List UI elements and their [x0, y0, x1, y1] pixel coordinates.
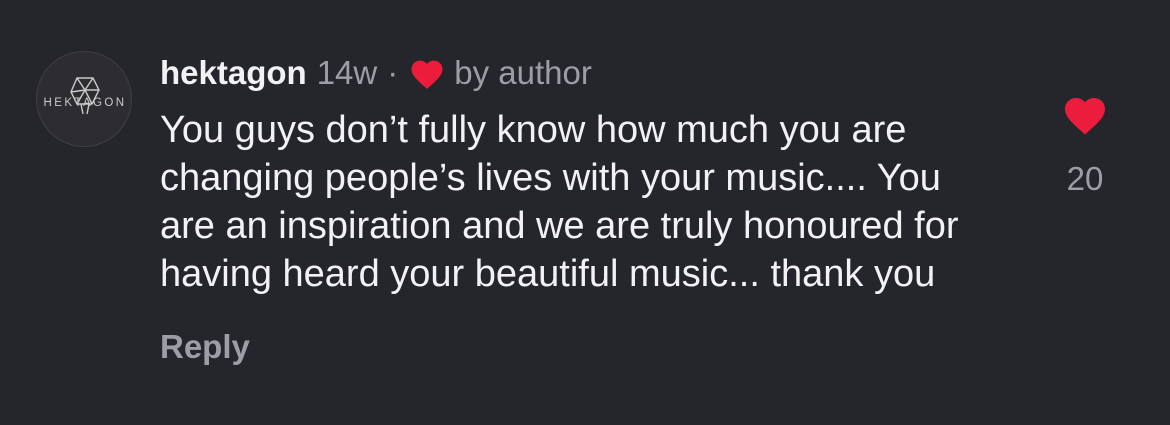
username-link[interactable]: hektagon — [160, 54, 307, 92]
reply-button[interactable]: Reply — [160, 328, 1020, 366]
like-column: 20 — [1058, 92, 1112, 198]
like-count[interactable]: 20 — [1058, 160, 1112, 198]
comment: HEKTAGON hektagon 14w · by author You gu… — [0, 0, 1170, 425]
separator-dot: · — [387, 54, 399, 91]
avatar[interactable]: HEKTAGON — [36, 51, 132, 147]
comment-body: hektagon 14w · by author You guys don’t … — [160, 50, 1020, 366]
timestamp: 14w — [316, 54, 378, 91]
heart-icon — [411, 60, 443, 89]
liked-by-author-label: by author — [454, 54, 592, 91]
svg-text:HEKTAGON: HEKTAGON — [44, 97, 127, 109]
heart-filled-icon[interactable] — [1060, 92, 1110, 136]
comment-meta: hektagon 14w · by author — [160, 50, 1020, 96]
hektagon-logo-icon: HEKTAGON — [44, 77, 127, 115]
comment-text: You guys don’t fully know how much you a… — [160, 109, 959, 295]
